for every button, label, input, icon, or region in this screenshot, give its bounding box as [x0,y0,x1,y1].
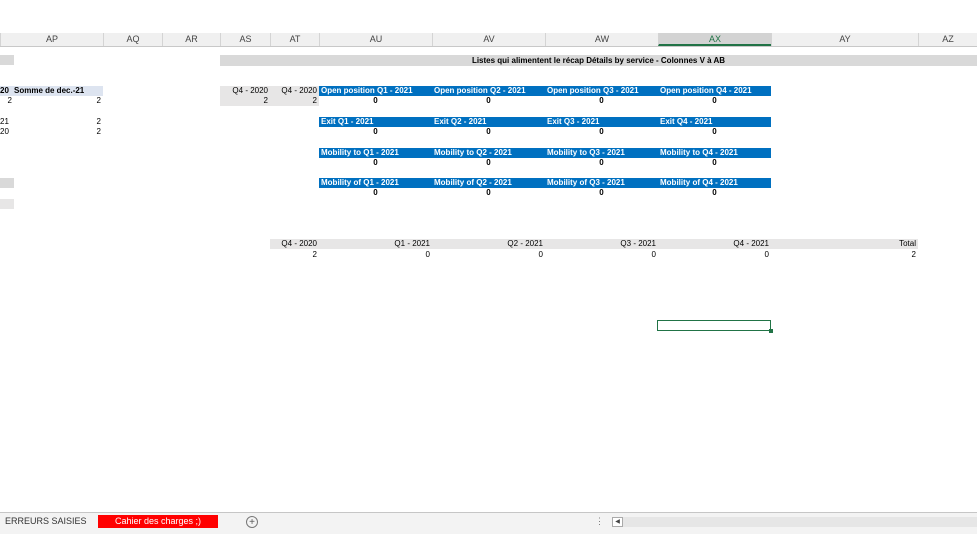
gray-cell[interactable] [0,178,14,188]
summary-value[interactable]: 0 [545,250,658,260]
column-header-as[interactable]: AS [220,33,270,46]
open-position-header[interactable]: Open position Q3 - 2021 [545,86,658,96]
gray-cell[interactable] [0,55,14,65]
open-position-value[interactable]: 0 [319,96,432,106]
column-header-au[interactable]: AU [319,33,432,46]
mobility-to-header[interactable]: Mobility to Q1 - 2021 [319,148,432,158]
exit-value[interactable]: 0 [545,127,658,137]
mobility-to-header[interactable]: Mobility to Q3 - 2021 [545,148,658,158]
pivot-cell[interactable]: 20 [0,127,14,137]
mobility-of-value[interactable]: 0 [432,188,545,198]
mobility-of-header[interactable]: Mobility of Q3 - 2021 [545,178,658,188]
tab-splitter-icon[interactable]: ⋮ [595,516,604,527]
mobility-of-header[interactable]: Mobility of Q4 - 2021 [658,178,771,188]
pivot-cell[interactable]: 21 [0,117,14,127]
summary-header[interactable]: Q1 - 2021 [319,239,432,249]
column-header-az[interactable]: AZ [918,33,977,46]
exit-header[interactable]: Exit Q3 - 2021 [545,117,658,127]
open-position-value[interactable]: 0 [432,96,545,106]
summary-value[interactable]: 0 [432,250,545,260]
column-header-aw[interactable]: AW [545,33,658,46]
open-position-header[interactable]: Open position Q1 - 2021 [319,86,432,96]
mobility-to-value[interactable]: 0 [658,158,771,168]
mobility-of-value[interactable]: 0 [658,188,771,198]
fill-handle[interactable] [769,329,773,333]
gray-cell[interactable] [0,199,14,209]
mobility-of-value[interactable]: 0 [545,188,658,198]
exit-header[interactable]: Exit Q4 - 2021 [658,117,771,127]
pivot-header-clipped[interactable]: 20 [0,86,14,96]
summary-value[interactable]: 0 [319,250,432,260]
column-header-av[interactable]: AV [432,33,545,46]
mobility-to-header[interactable]: Mobility to Q2 - 2021 [432,148,545,158]
column-header-bar: AP AQ AR AS AT AU AV AW AX AY AZ [0,33,977,47]
exit-value[interactable]: 0 [432,127,545,137]
summary-header[interactable]: Q4 - 2020 [270,239,319,249]
summary-value[interactable]: 2 [270,250,319,260]
add-sheet-icon[interactable]: + [246,516,258,528]
open-position-value[interactable]: 0 [545,96,658,106]
mobility-to-value[interactable]: 0 [545,158,658,168]
open-position-header[interactable]: Open position Q2 - 2021 [432,86,545,96]
mobility-to-header[interactable]: Mobility to Q4 - 2021 [658,148,771,158]
exit-header[interactable]: Exit Q1 - 2021 [319,117,432,127]
column-header-aq[interactable]: AQ [103,33,162,46]
as-value[interactable]: 2 [220,96,270,106]
column-header-ap[interactable]: AP [0,33,103,46]
pivot-cell[interactable]: 2 [0,96,12,106]
column-header-at[interactable]: AT [270,33,319,46]
horizontal-scrollbar[interactable]: ◀ [612,517,977,527]
scroll-left-icon[interactable]: ◀ [612,517,623,527]
worksheet-grid[interactable]: Listes qui alimentent le récap Détails b… [0,47,977,512]
pivot-cell[interactable]: 2 [14,127,101,137]
open-position-value[interactable]: 0 [658,96,771,106]
active-cell[interactable] [657,320,773,333]
column-header-ay[interactable]: AY [771,33,918,46]
at-value[interactable]: 2 [270,96,319,106]
sheet-tab-bar: ERREURS SAISIES Cahier des charges ;) + … [0,512,977,534]
sheet-tab-erreurs-saisies[interactable]: ERREURS SAISIES [0,515,92,528]
pivot-cell[interactable]: 2 [14,96,101,106]
pivot-cell[interactable]: 2 [14,117,101,127]
exit-header[interactable]: Exit Q2 - 2021 [432,117,545,127]
at-header[interactable]: Q4 - 2020 [270,86,319,96]
summary-header[interactable]: Q2 - 2021 [432,239,545,249]
mobility-of-value[interactable]: 0 [319,188,432,198]
column-header-ar[interactable]: AR [162,33,220,46]
mobility-of-header[interactable]: Mobility of Q1 - 2021 [319,178,432,188]
exit-value[interactable]: 0 [658,127,771,137]
summary-value[interactable]: 0 [658,250,771,260]
as-header[interactable]: Q4 - 2020 [220,86,270,96]
sheet-tab-cahier-des-charges[interactable]: Cahier des charges ;) [98,515,218,528]
section-banner[interactable]: Listes qui alimentent le récap Détails b… [220,55,977,66]
column-header-ax[interactable]: AX [658,33,771,46]
mobility-of-header[interactable]: Mobility of Q2 - 2021 [432,178,545,188]
summary-value-total[interactable]: 2 [771,250,918,260]
ribbon-area [0,0,977,32]
pivot-header[interactable]: Somme de dec.-21 [14,86,103,96]
open-position-header[interactable]: Open position Q4 - 2021 [658,86,771,96]
summary-header[interactable]: Q3 - 2021 [545,239,658,249]
mobility-to-value[interactable]: 0 [432,158,545,168]
mobility-to-value[interactable]: 0 [319,158,432,168]
summary-header[interactable]: Q4 - 2021 [658,239,771,249]
summary-header-total[interactable]: Total [771,239,918,249]
exit-value[interactable]: 0 [319,127,432,137]
